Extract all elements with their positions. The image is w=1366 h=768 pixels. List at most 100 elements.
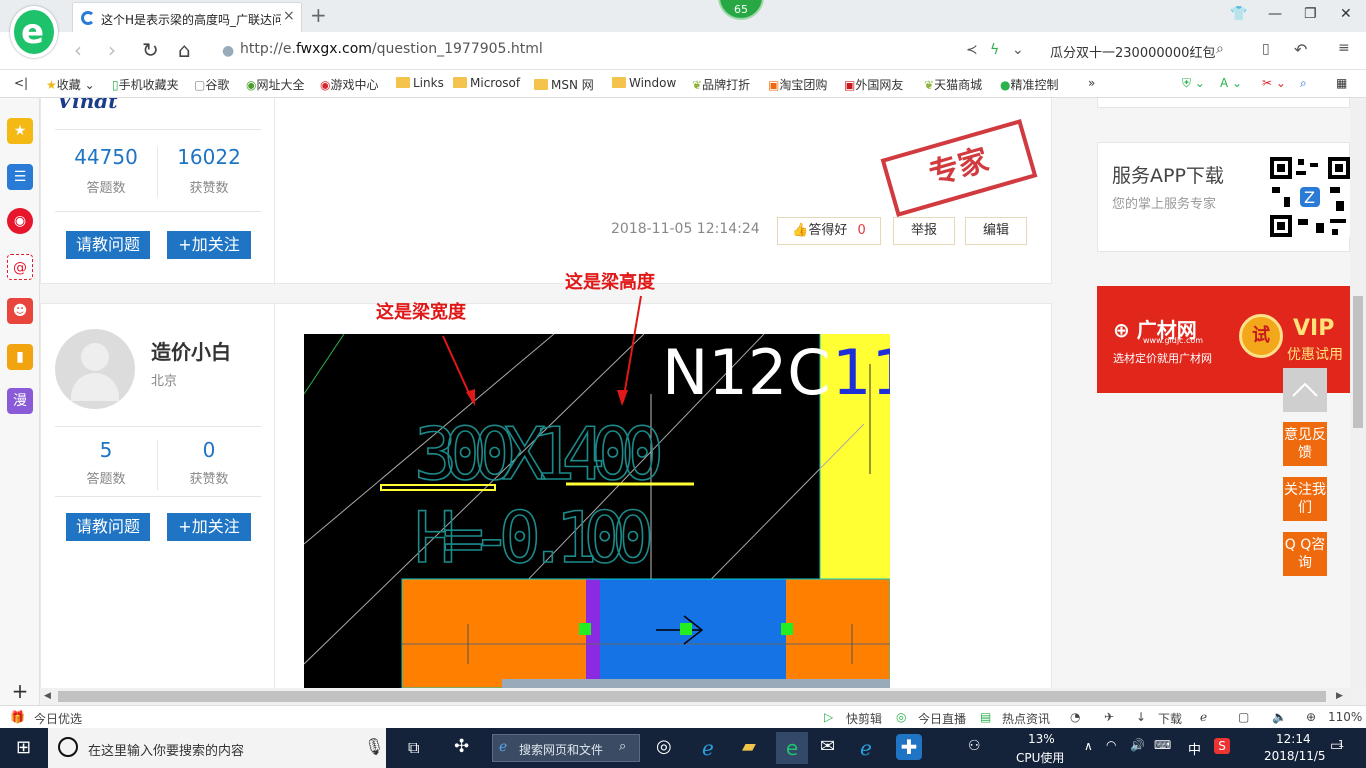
network-icon[interactable]: ◠ — [1106, 738, 1116, 752]
vertical-scroll-thumb[interactable] — [1353, 296, 1363, 428]
windows-start-icon[interactable]: ⊞ — [16, 737, 31, 758]
bookmark-mobile[interactable]: ▯手机收藏夹 — [112, 76, 179, 93]
sidebar-toggle-icon[interactable]: <| — [14, 76, 28, 90]
download-link[interactable]: 下载 — [1158, 710, 1182, 727]
add-sidebar-icon[interactable]: + — [7, 678, 33, 704]
live-link[interactable]: 今日直播 — [918, 710, 966, 727]
more-bookmarks-icon[interactable]: » — [1088, 76, 1095, 90]
shirt-icon[interactable]: 👕 — [1230, 6, 1247, 22]
back-to-top-button[interactable] — [1283, 368, 1327, 412]
ie-mode-icon[interactable]: ℯ — [1200, 710, 1207, 724]
explorer-icon[interactable]: ▰ — [742, 736, 756, 757]
app-download-panel[interactable]: 服务APP下载 您的掌上服务专家 Z — [1097, 142, 1350, 252]
follow-us-button[interactable]: 关注我们 — [1283, 477, 1327, 521]
translate-icon[interactable]: A ⌄ — [1220, 76, 1242, 90]
edit-button[interactable]: 编辑 — [965, 217, 1027, 245]
minimize-button[interactable]: — — [1268, 6, 1282, 22]
bookmark-precise[interactable]: ●精准控制 — [1000, 76, 1059, 93]
comic-icon[interactable]: 漫 — [7, 388, 33, 414]
clock-date[interactable]: 2018/11/5 — [1264, 749, 1326, 763]
tab-active[interactable]: 这个H是表示梁的高度吗_广联达问答 × — [72, 2, 302, 32]
scroll-left-icon[interactable]: ◀ — [44, 691, 51, 701]
feedback-button[interactable]: 意见反馈 — [1283, 422, 1327, 466]
bookmark-brand[interactable]: ❦品牌打折 — [692, 76, 750, 93]
keyboard-icon[interactable]: ⌨ — [1154, 738, 1171, 752]
bookmark-msn[interactable]: MSN 网 — [534, 76, 594, 93]
bookmark-tmall[interactable]: ❦天猫商城 — [924, 76, 982, 93]
speed-badge[interactable]: 65 — [718, 0, 764, 20]
bookmark-sites[interactable]: ◉网址大全 — [246, 76, 305, 93]
url-field[interactable]: http://e.fwxgx.com/question_1977905.html — [240, 41, 543, 57]
mail-taskbar-icon[interactable]: ✉ — [820, 736, 835, 757]
bookmark-google[interactable]: ▢谷歌 — [194, 76, 229, 93]
phone-icon[interactable]: ▯ — [1262, 41, 1270, 57]
taskbar-search-box[interactable]: 在这里输入你要搜索的内容 🎙 — [48, 728, 386, 768]
pin-icon[interactable]: ✈ — [1104, 710, 1114, 724]
bookmark-games[interactable]: ◉游戏中心 — [320, 76, 379, 93]
ie-icon[interactable]: ℯ — [702, 736, 714, 760]
microphone-icon[interactable]: 🎙 — [364, 737, 384, 756]
new-tab-button[interactable]: + — [310, 3, 327, 27]
news-icon[interactable]: ☰ — [7, 164, 33, 190]
sogou-icon[interactable]: S — [1214, 738, 1230, 754]
clock-time[interactable]: 12:14 — [1276, 732, 1311, 746]
search-icon[interactable]: ⌕ — [1216, 41, 1224, 57]
bookmark-windows[interactable]: Window — [612, 76, 676, 90]
bookmark-microsoft[interactable]: Microsof — [453, 76, 520, 90]
scroll-right-icon[interactable]: ▶ — [1336, 691, 1343, 701]
horizontal-scrollbar[interactable]: ◀ ▶ — [40, 688, 1350, 705]
maximize-button[interactable]: ❐ — [1304, 6, 1317, 22]
menu-icon[interactable]: ≡ — [1338, 40, 1350, 56]
like-answer-button[interactable]: 👍答得好 0 — [777, 217, 881, 245]
refresh-icon[interactable]: ↻ — [142, 38, 159, 62]
volume-icon[interactable]: 🔈 — [1272, 710, 1287, 724]
forward-icon[interactable]: › — [108, 38, 116, 62]
avatar[interactable] — [55, 329, 135, 409]
zoom-icon[interactable]: ⊕ — [1306, 710, 1316, 724]
vertical-scrollbar[interactable] — [1350, 98, 1366, 688]
shield-icon[interactable]: ⛨ ⌄ — [1182, 76, 1205, 91]
task-view-icon[interactable]: ⧉ — [408, 738, 419, 758]
scissors-icon[interactable]: ✂ ⌄ — [1262, 76, 1286, 90]
ask-question-button[interactable]: 请教问题 — [66, 513, 150, 541]
share-icon[interactable]: ≺ — [966, 42, 978, 58]
browser-logo[interactable]: e — [10, 6, 58, 58]
book-icon[interactable]: ▮ — [7, 344, 33, 370]
follow-button[interactable]: +加关注 — [167, 231, 251, 259]
qq-consult-button[interactable]: Q Q咨询 — [1283, 532, 1327, 576]
favorites-star-icon[interactable]: ★ — [7, 118, 33, 144]
home-icon[interactable]: ⌂ — [178, 38, 191, 62]
browser-taskbar-icon[interactable]: e — [776, 732, 808, 764]
plus-app-icon[interactable]: ✚ — [896, 734, 922, 760]
user-name[interactable]: 造价小白 — [151, 336, 231, 365]
ime-indicator[interactable]: 中 — [1188, 739, 1201, 758]
bookmark-links[interactable]: Links — [396, 76, 444, 90]
tab-close-icon[interactable]: × — [283, 8, 295, 24]
magnifier-icon[interactable]: ⌕ — [1300, 76, 1307, 91]
mail-icon[interactable]: @ — [7, 254, 33, 280]
zoom-level[interactable]: 110% — [1328, 710, 1362, 724]
chevron-down-icon[interactable]: ⌄ — [1012, 42, 1024, 58]
game-icon[interactable]: ☻ — [7, 298, 33, 324]
search-suggestion[interactable]: 瓜分双十一230000000红包 — [1050, 42, 1215, 61]
edge-taskbar-icon[interactable]: ℯ — [860, 736, 872, 760]
speed-icon[interactable]: ◔ — [1070, 710, 1080, 724]
quick-edit-link[interactable]: 快剪辑 — [846, 710, 882, 727]
grid-icon[interactable]: ▦ — [1336, 76, 1347, 90]
web-search-box[interactable]: ℯ 搜索网页和文件 ⌕ — [492, 734, 640, 762]
people-icon[interactable]: ⚇ — [968, 738, 981, 754]
undo-icon[interactable]: ↶ — [1294, 40, 1307, 59]
speaker-icon[interactable]: 🔊 — [1130, 738, 1145, 752]
lightning-icon[interactable]: ϟ — [990, 42, 999, 58]
bookmark-favorites[interactable]: ★收藏 ⌄ — [46, 76, 95, 93]
bookmark-taobao[interactable]: ▣淘宝团购 — [768, 76, 827, 93]
close-window-button[interactable]: ✕ — [1340, 6, 1352, 22]
tray-chevron-icon[interactable]: ∧ — [1084, 739, 1093, 753]
back-icon[interactable]: ‹ — [74, 38, 82, 62]
horizontal-scroll-thumb[interactable] — [58, 691, 1326, 702]
window-icon[interactable]: ▢ — [1238, 710, 1249, 724]
fan-app-icon[interactable]: ✣ — [454, 736, 469, 757]
bookmark-foreign[interactable]: ▣外国网友 — [844, 76, 903, 93]
report-button[interactable]: 举报 — [893, 217, 955, 245]
hot-news-link[interactable]: 热点资讯 — [1002, 710, 1050, 727]
